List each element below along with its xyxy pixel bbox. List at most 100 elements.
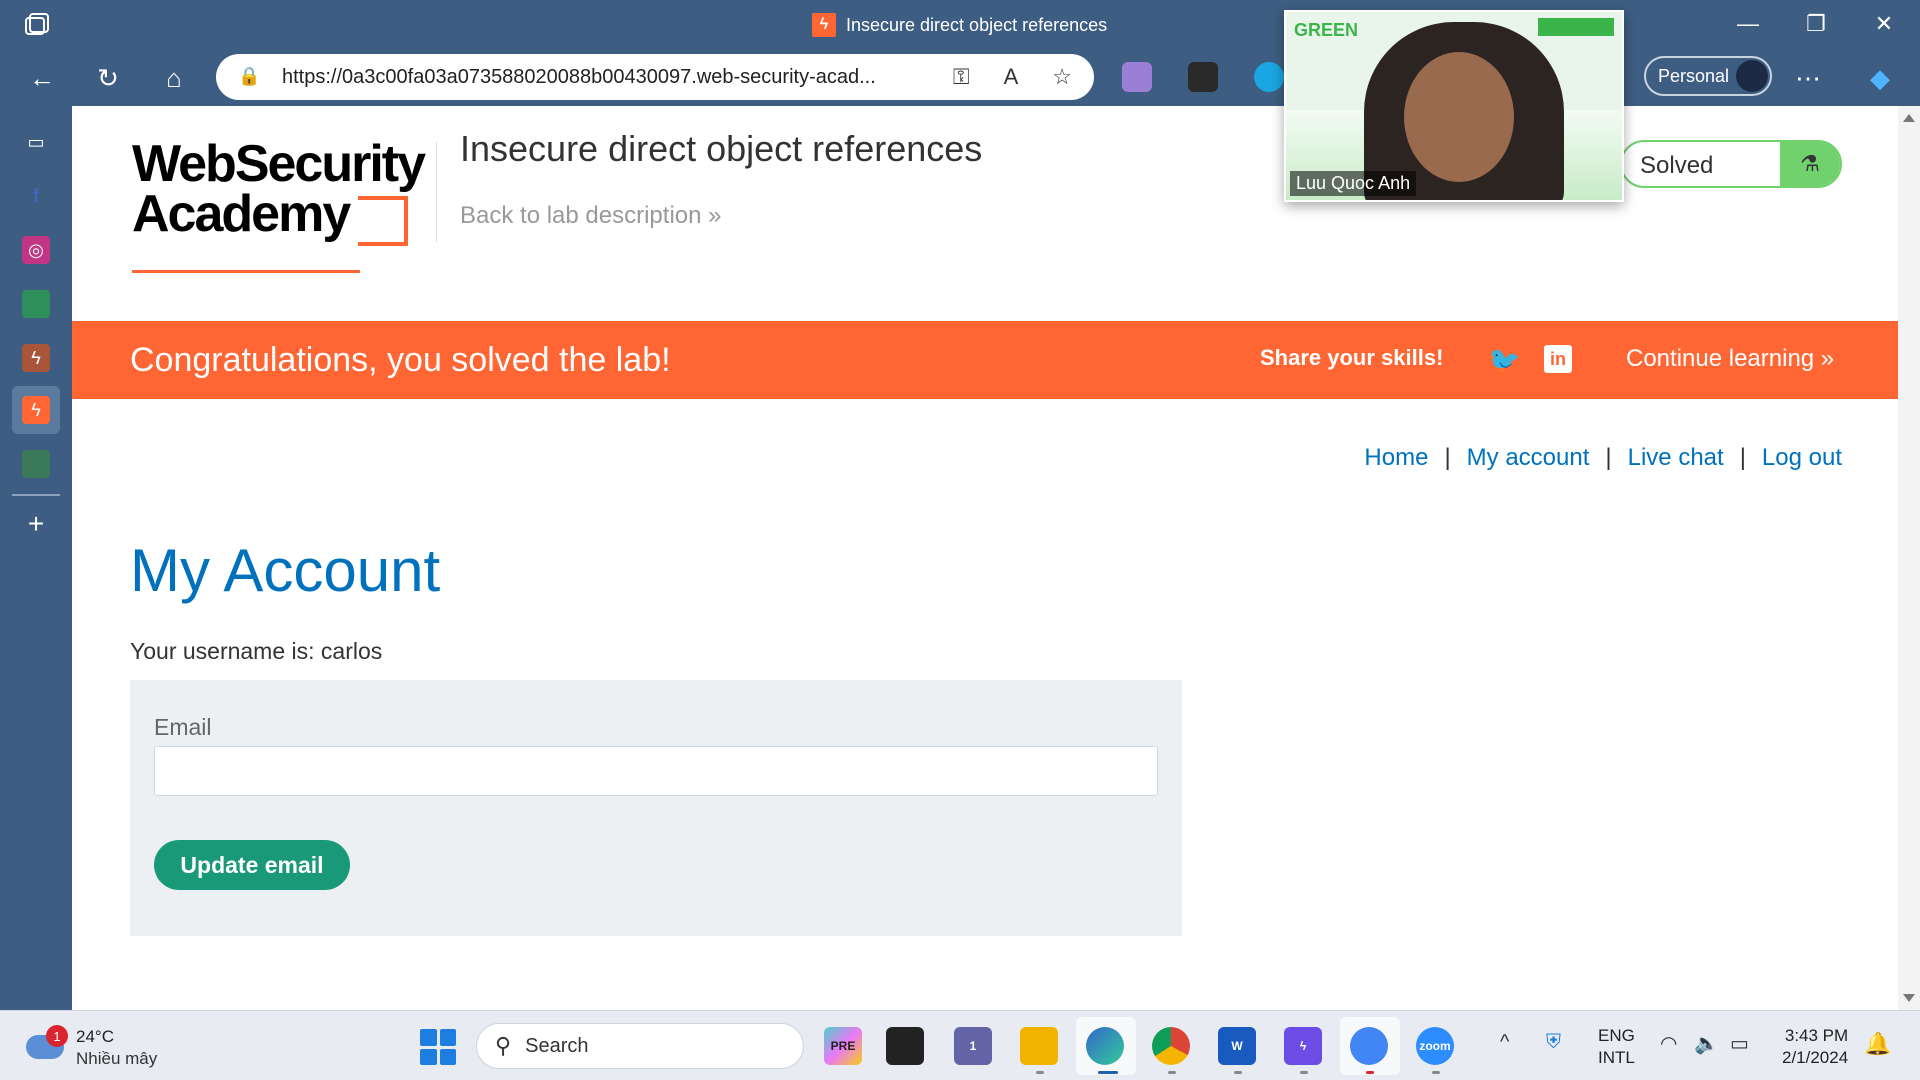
read-aloud-icon[interactable]: A xyxy=(1004,64,1019,90)
search-placeholder: Search xyxy=(525,1034,589,1057)
browser-toolbar: ← ↻ ⌂ 🔒 https://0a3c00fa03a073588020088b… xyxy=(0,48,1920,106)
browser-title-bar: ϟ Insecure direct object references — ❐ … xyxy=(0,0,1920,48)
scroll-up-arrow[interactable] xyxy=(1903,114,1915,122)
twitter-icon[interactable]: 🐦 xyxy=(1488,345,1520,375)
back-icon[interactable]: ← xyxy=(22,58,62,98)
nav-log-out-link[interactable]: Log out xyxy=(1762,444,1842,472)
copilot-preview-icon[interactable]: PRE xyxy=(824,1027,862,1065)
lang-line-1: ENG xyxy=(1598,1026,1635,1045)
facebook-icon[interactable]: f xyxy=(22,182,50,210)
file-explorer-icon[interactable] xyxy=(1020,1027,1058,1065)
avatar xyxy=(1736,60,1768,92)
running-indicator xyxy=(1098,1071,1118,1074)
chrome-icon[interactable] xyxy=(1152,1027,1190,1065)
restore-button[interactable]: ❐ xyxy=(1796,8,1836,40)
burp-suite-icon[interactable]: ϟ xyxy=(1284,1027,1322,1065)
word-icon[interactable]: W xyxy=(1218,1027,1256,1065)
clock-date: 2/1/2024 xyxy=(1782,1048,1849,1067)
sidebar-app-2-icon[interactable] xyxy=(22,450,50,478)
window-title-text: Insecure direct object references xyxy=(846,14,1108,35)
key-icon[interactable]: ⚿ xyxy=(953,64,970,90)
taskbar-search[interactable]: ⚲ Search xyxy=(476,1023,804,1069)
continue-learning-link[interactable]: Continue learning » xyxy=(1626,345,1834,373)
address-bar[interactable]: 🔒 https://0a3c00fa03a073588020088b004300… xyxy=(216,54,1094,100)
chevron-up-icon[interactable]: ^ xyxy=(1500,1031,1509,1054)
sidebar-tabs-icon[interactable]: ▭ xyxy=(22,128,50,156)
running-indicator xyxy=(1300,1071,1308,1074)
sidebar-app-icon[interactable] xyxy=(22,290,50,318)
running-indicator xyxy=(1168,1071,1176,1074)
copilot-icon[interactable]: ◆ xyxy=(1860,58,1900,98)
profile-button[interactable]: Personal xyxy=(1644,56,1772,96)
search-icon: ⚲ xyxy=(495,1033,512,1058)
temperature: 24°C xyxy=(76,1027,114,1046)
portswigger-sidebar-icon[interactable]: ϟ xyxy=(22,344,50,372)
weather-description: Nhiều mây xyxy=(76,1049,158,1068)
instagram-icon[interactable]: ◎ xyxy=(22,236,50,264)
web-security-academy-logo[interactable]: WebSecurity Academy xyxy=(132,135,432,273)
solved-banner: Congratulations, you solved the lab! Sha… xyxy=(72,321,1898,399)
running-indicator xyxy=(1366,1071,1374,1074)
portswigger-active-icon[interactable]: ϟ xyxy=(22,396,50,424)
username-text: Your username is: carlos xyxy=(130,638,383,664)
share-label: Share your skills! xyxy=(1260,345,1444,370)
nav-live-chat-link[interactable]: Live chat xyxy=(1628,444,1724,472)
video-brand-logo: GREEN xyxy=(1294,20,1359,40)
logo-bolt-icon xyxy=(358,196,408,246)
url-text[interactable]: https://0a3c00fa03a073588020088b00430097… xyxy=(282,66,876,89)
header-divider xyxy=(436,142,437,242)
account-nav: Home | My account | Live chat | Log out xyxy=(1364,444,1842,472)
edge-icon[interactable] xyxy=(1086,1027,1124,1065)
favorite-star-icon[interactable]: ☆ xyxy=(1052,64,1072,90)
nav-home-link[interactable]: Home xyxy=(1364,444,1428,472)
participant-name: Luu Quoc Anh xyxy=(1290,171,1417,196)
zoom-icon[interactable]: zoom xyxy=(1416,1027,1454,1065)
nav-separator: | xyxy=(1444,444,1451,471)
banner-message: Congratulations, you solved the lab! xyxy=(130,341,671,379)
notification-bell-icon[interactable]: 🔔 xyxy=(1864,1031,1891,1057)
page-title: My Account xyxy=(130,537,441,604)
refresh-icon[interactable]: ↻ xyxy=(88,58,128,98)
tab-actions-icon[interactable] xyxy=(24,12,52,36)
more-options-icon[interactable]: ⋯ xyxy=(1788,58,1828,98)
security-shield-icon[interactable]: ⛨ xyxy=(1546,1031,1561,1054)
task-view-icon[interactable] xyxy=(886,1027,924,1065)
input-language[interactable]: ENG INTL xyxy=(1598,1025,1635,1069)
window-title: ϟ Insecure direct object references xyxy=(812,12,1107,38)
extension-3-icon[interactable] xyxy=(1254,62,1284,92)
battery-icon[interactable]: ▭ xyxy=(1730,1031,1749,1056)
wifi-icon[interactable]: ◠ xyxy=(1660,1031,1677,1056)
linkedin-icon[interactable]: in xyxy=(1544,345,1572,373)
volume-icon[interactable]: 🔈 xyxy=(1694,1031,1719,1056)
browser-sidebar: ▭ f ◎ ϟ ϟ + xyxy=(0,106,72,1010)
weather-widget[interactable]: 1 24°C Nhiều mây xyxy=(26,1025,176,1069)
system-clock[interactable]: 3:43 PM 2/1/2024 xyxy=(1782,1025,1848,1069)
nav-separator: | xyxy=(1605,444,1612,471)
email-field[interactable] xyxy=(154,746,1158,796)
teams-icon[interactable]: 1 xyxy=(954,1027,992,1065)
page-scrollbar[interactable] xyxy=(1898,106,1920,1010)
add-icon[interactable]: + xyxy=(22,508,50,539)
logo-underline xyxy=(132,270,360,273)
chrome-profile-icon[interactable] xyxy=(1350,1027,1388,1065)
back-to-lab-link[interactable]: Back to lab description » xyxy=(460,202,722,230)
nav-my-account-link[interactable]: My account xyxy=(1467,444,1590,472)
extension-2-icon[interactable] xyxy=(1188,62,1218,92)
extension-1-icon[interactable] xyxy=(1122,62,1152,92)
flask-icon: ⚗ xyxy=(1780,142,1840,186)
windows-taskbar: 1 24°C Nhiều mây ⚲ Search PRE 1 W ϟ zoom… xyxy=(0,1010,1920,1080)
home-icon[interactable]: ⌂ xyxy=(154,58,194,98)
profile-label: Personal xyxy=(1658,65,1730,86)
scroll-down-arrow[interactable] xyxy=(1903,994,1915,1002)
lock-icon[interactable]: 🔒 xyxy=(238,66,260,88)
video-call-overlay[interactable]: GREEN Luu Quoc Anh xyxy=(1284,10,1624,202)
chevron-right-icon: » xyxy=(708,202,722,229)
video-sponsor-logo xyxy=(1538,18,1614,36)
close-window-button[interactable]: ✕ xyxy=(1864,8,1904,40)
start-button[interactable] xyxy=(420,1029,456,1065)
minimize-button[interactable]: — xyxy=(1728,8,1768,40)
participant-face xyxy=(1404,52,1514,182)
update-email-button[interactable]: Update email xyxy=(154,840,350,890)
logo-line-1: WebSecurity xyxy=(132,135,426,193)
email-label: Email xyxy=(154,714,212,740)
